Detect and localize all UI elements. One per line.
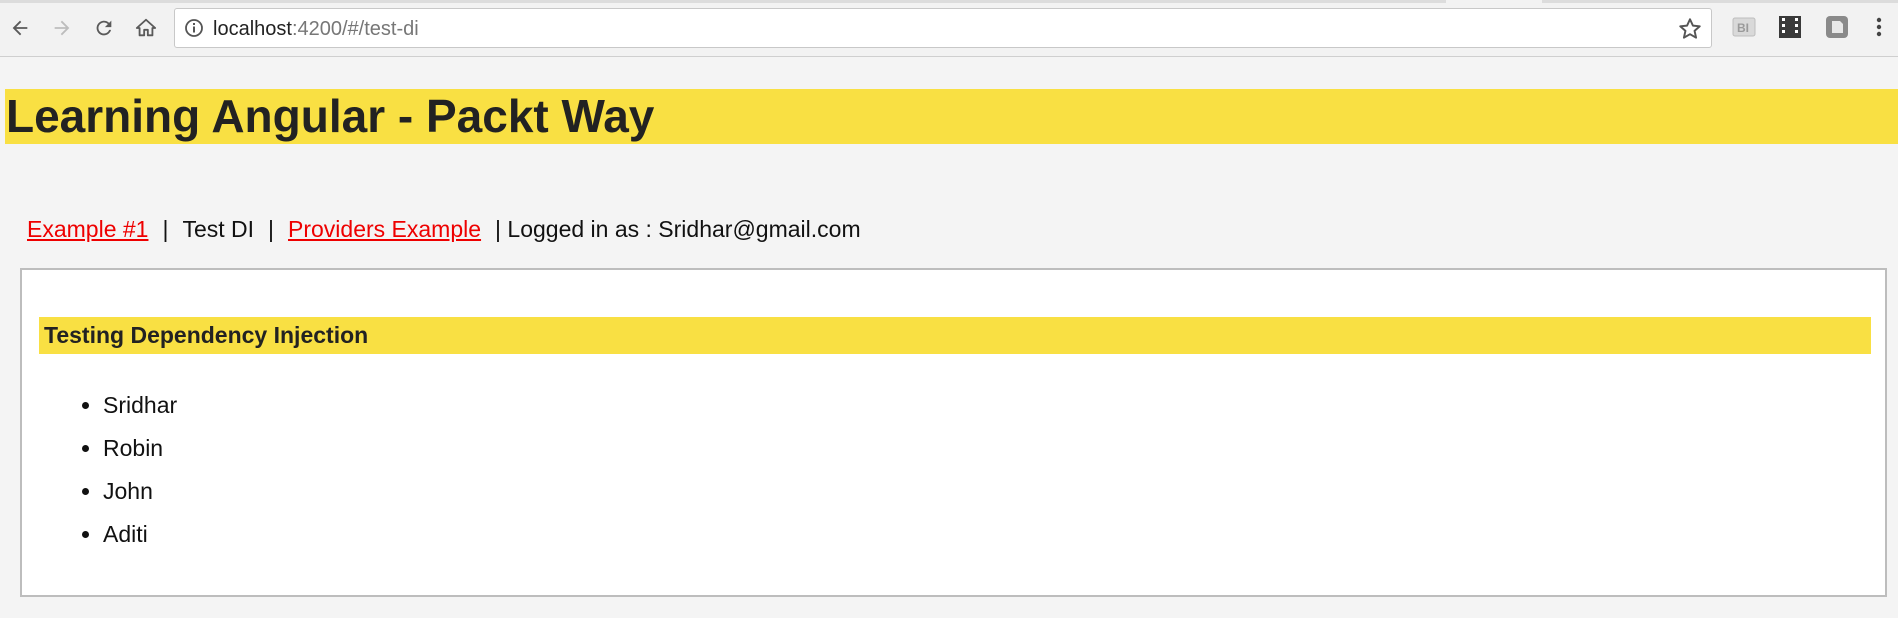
browser-toolbar: localhost:4200/#/test-di BI bbox=[0, 0, 1898, 57]
app-header: Learning Angular - Packt Way bbox=[5, 89, 1898, 144]
nav-separator: | bbox=[162, 216, 169, 242]
star-icon[interactable] bbox=[1677, 16, 1703, 42]
forward-button[interactable] bbox=[46, 12, 78, 44]
url-text[interactable]: localhost:4200/#/test-di bbox=[213, 18, 419, 40]
content-panel: Testing Dependency Injection Sridhar Rob… bbox=[20, 268, 1887, 597]
url-host: localhost bbox=[213, 18, 292, 40]
url-path: :4200/#/test-di bbox=[291, 18, 419, 40]
evernote-extension-icon[interactable] bbox=[1824, 14, 1850, 40]
reload-icon bbox=[96, 20, 112, 36]
active-tab-indicator bbox=[1446, 0, 1542, 3]
nav-current-test-di: Test DI bbox=[182, 216, 255, 242]
info-icon[interactable] bbox=[184, 18, 204, 38]
kebab-menu-icon[interactable] bbox=[1872, 14, 1886, 40]
address-bar[interactable]: localhost:4200/#/test-di bbox=[174, 8, 1712, 48]
list-item: Robin bbox=[103, 427, 177, 470]
panel-heading: Testing Dependency Injection bbox=[39, 317, 1871, 354]
reload-button[interactable] bbox=[88, 12, 120, 44]
app-title: Learning Angular - Packt Way bbox=[6, 90, 655, 142]
film-extension-icon[interactable] bbox=[1777, 14, 1803, 40]
user-list: Sridhar Robin John Aditi bbox=[75, 384, 177, 556]
bi-extension-icon[interactable]: BI bbox=[1731, 14, 1757, 40]
list-item: Sridhar bbox=[103, 384, 177, 427]
home-icon bbox=[135, 18, 157, 37]
back-arrow-icon bbox=[12, 20, 28, 36]
list-item: Aditi bbox=[103, 513, 177, 556]
tab-strip bbox=[0, 0, 1898, 3]
panel-title: Testing Dependency Injection bbox=[44, 322, 369, 348]
home-button[interactable] bbox=[130, 12, 162, 44]
svg-text:BI: BI bbox=[1737, 21, 1749, 35]
nav-link-providers[interactable]: Providers Example bbox=[288, 216, 481, 242]
nav-bar: Example #1 | Test DI | Providers Example | Lo… bbox=[27, 214, 865, 244]
nav-link-example1[interactable]: Example #1 bbox=[27, 216, 148, 242]
back-button[interactable] bbox=[4, 12, 36, 44]
nav-separator: | bbox=[268, 216, 275, 242]
forward-arrow-icon bbox=[54, 20, 70, 36]
list-item: John bbox=[103, 470, 177, 513]
logged-in-status: | Logged in as : Sridhar@gmail.com bbox=[495, 216, 861, 242]
